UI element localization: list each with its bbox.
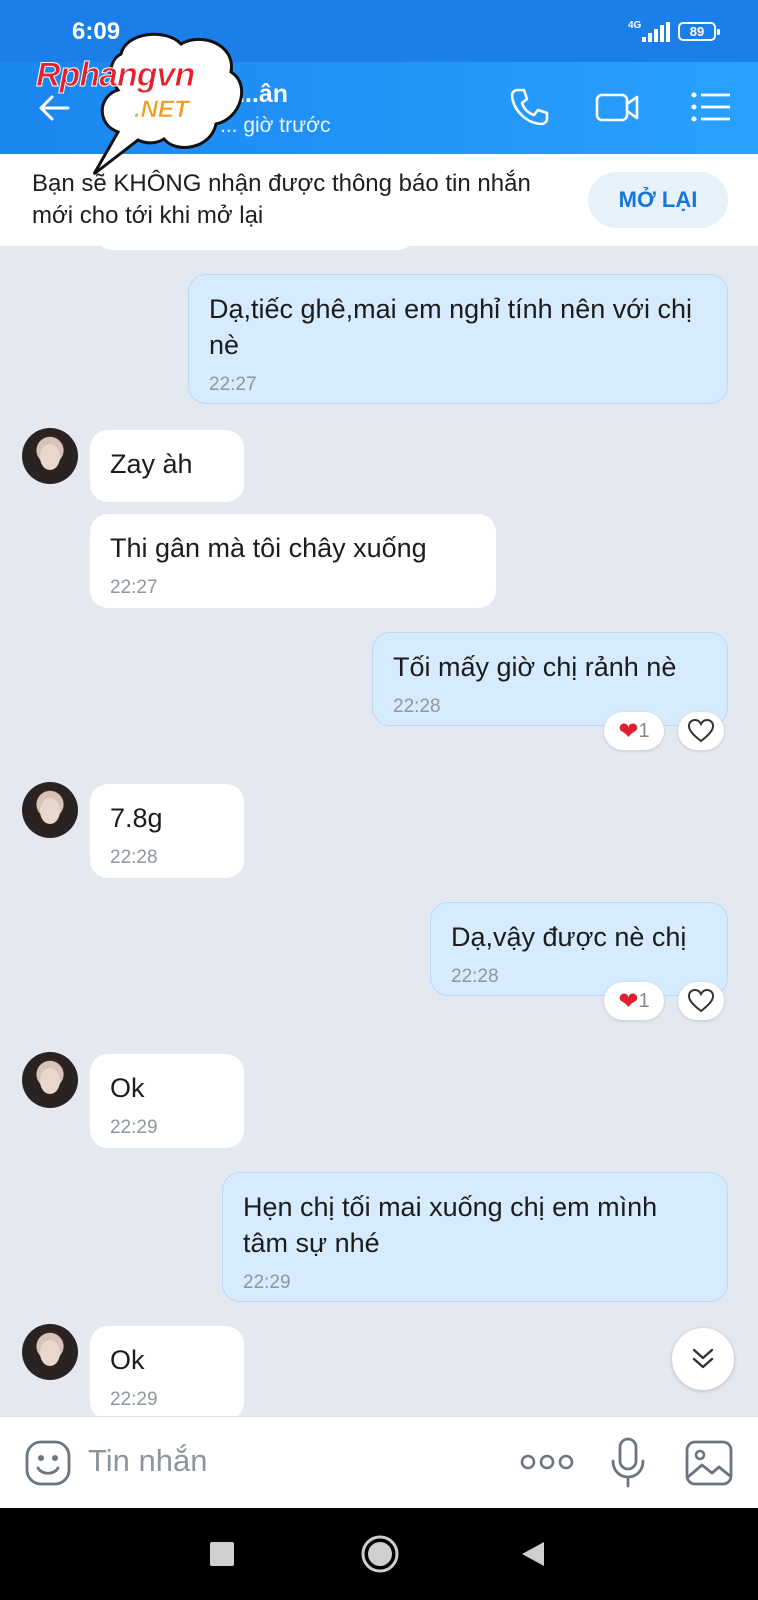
watermark-brand: Rphangvn <box>35 56 195 95</box>
network-type: 4G <box>628 20 642 31</box>
message-bubble-sent[interactable]: Hẹn chị tối mai xuống chị em mình tâm sự… <box>222 1172 728 1302</box>
list-icon[interactable] <box>688 84 734 130</box>
message-time: 22:29 <box>110 1117 158 1138</box>
message-text: Tối mấy giờ chị rảnh nè <box>393 652 677 682</box>
microphone-icon[interactable] <box>608 1437 648 1489</box>
video-camera-icon[interactable] <box>594 84 640 130</box>
message-time: 22:28 <box>110 847 158 868</box>
avatar[interactable] <box>22 782 78 838</box>
composer-bar: Tin nhắn <box>0 1416 758 1509</box>
message-bubble-received[interactable]: Ok 22:29 <box>90 1326 244 1416</box>
heart-outline-icon <box>688 719 714 743</box>
reaction-count: 1 <box>638 989 650 1012</box>
reaction-count-badge[interactable]: ❤ 1 <box>604 712 664 750</box>
home-button[interactable] <box>360 1534 400 1574</box>
reopen-button[interactable]: MỞ LẠI <box>588 172 728 228</box>
message-bubble-sent[interactable]: Dạ,tiếc ghê,mai em nghỉ tính nên với chị… <box>188 274 728 404</box>
message-bubble-received[interactable]: Thi gân mà tôi chây xuống 22:27 <box>90 514 496 608</box>
system-nav-bar <box>0 1508 758 1600</box>
message-bubble-sent[interactable]: Tối mấy giờ chị rảnh nè 22:28 <box>372 632 728 726</box>
message-text: Dạ,tiếc ghê,mai em nghỉ tính nên với chị… <box>209 294 692 360</box>
avatar[interactable] <box>22 1052 78 1108</box>
message-input[interactable]: Tin nhắn <box>88 1443 208 1479</box>
watermark-suffix: .NET <box>134 96 189 124</box>
avatar[interactable] <box>22 428 78 484</box>
message-text: 7.8g <box>110 803 163 833</box>
more-dots-icon[interactable] <box>520 1451 574 1473</box>
heart-outline-icon <box>688 989 714 1013</box>
message-text: Hẹn chị tối mai xuống chị em mình tâm sự… <box>243 1192 658 1258</box>
signal-icon <box>642 22 670 42</box>
message-time: 22:29 <box>110 1389 158 1410</box>
reaction-count-badge[interactable]: ❤ 1 <box>604 982 664 1020</box>
image-icon[interactable] <box>684 1439 734 1487</box>
phone-icon[interactable] <box>506 84 552 130</box>
battery-level: 89 <box>689 24 705 39</box>
watermark-logo: Rphangvn .NET <box>26 24 276 184</box>
message-time: 22:27 <box>110 577 158 598</box>
react-heart-button[interactable] <box>678 982 724 1020</box>
message-bubble-received[interactable]: Zay àh <box>90 430 244 502</box>
reaction-count: 1 <box>638 719 650 742</box>
message-bubble-partial <box>96 246 414 250</box>
message-time: 22:29 <box>243 1272 291 1293</box>
message-list[interactable]: Dạ,tiếc ghê,mai em nghỉ tính nên với chị… <box>0 246 758 1416</box>
battery-icon: 89 <box>678 22 720 41</box>
chevron-double-down-icon <box>692 1348 714 1369</box>
avatar[interactable] <box>22 1324 78 1380</box>
message-text: Thi gân mà tôi chây xuống <box>110 533 427 563</box>
message-time: 22:27 <box>209 374 257 395</box>
recents-button[interactable] <box>210 1542 234 1566</box>
message-bubble-received[interactable]: 7.8g 22:28 <box>90 784 244 878</box>
message-text: Dạ,vậy được nè chị <box>451 922 687 952</box>
message-time: 22:28 <box>393 696 441 717</box>
back-button[interactable] <box>520 1540 546 1568</box>
scroll-to-bottom-button[interactable] <box>672 1328 734 1390</box>
heart-filled-icon: ❤ <box>618 987 639 1015</box>
message-text: Zay àh <box>110 449 193 479</box>
message-time: 22:28 <box>451 966 499 987</box>
message-bubble-sent[interactable]: Dạ,vậy được nè chị 22:28 <box>430 902 728 996</box>
message-text: Ok <box>110 1345 145 1375</box>
message-text: Ok <box>110 1073 145 1103</box>
message-bubble-received[interactable]: Ok 22:29 <box>90 1054 244 1148</box>
react-heart-button[interactable] <box>678 712 724 750</box>
heart-filled-icon: ❤ <box>618 717 639 745</box>
emoji-icon[interactable] <box>24 1439 72 1487</box>
